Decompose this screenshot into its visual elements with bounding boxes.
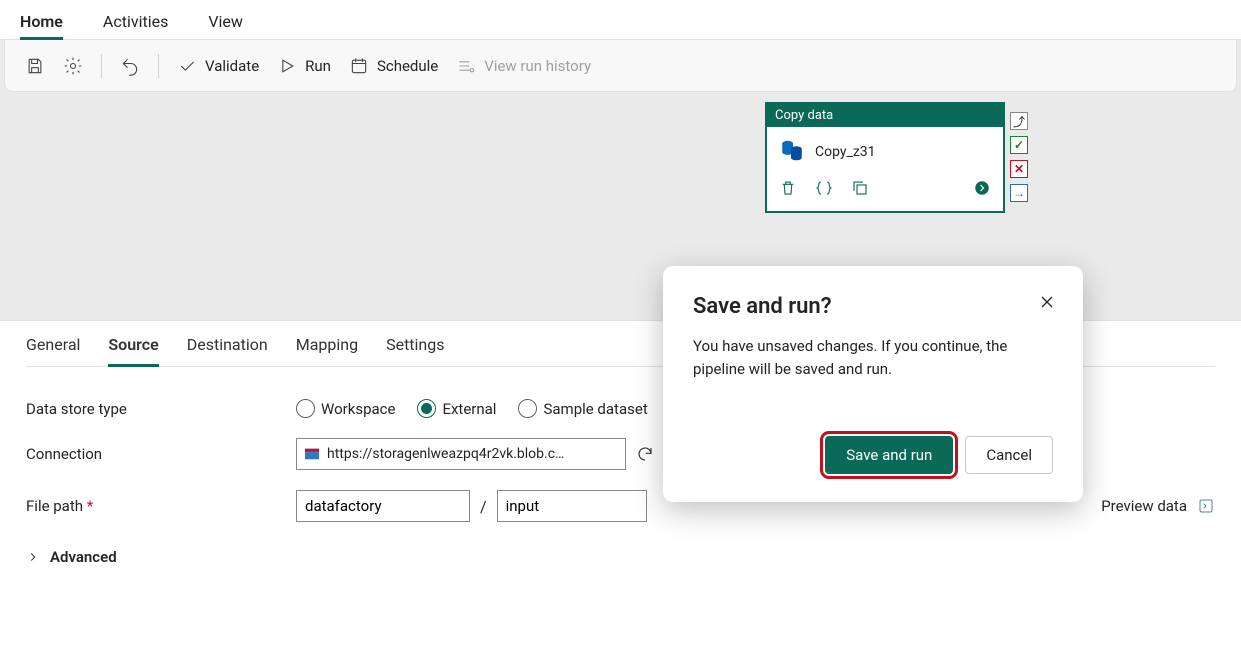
save-button[interactable] [25,56,45,76]
preview-icon [1197,497,1215,515]
toolbar: Validate Run Schedule View run history [4,40,1237,92]
dialog-body: You have unsaved changes. If you continu… [693,335,1053,380]
status-completion-icon[interactable]: → [1010,184,1028,202]
activity-footer [767,173,1003,211]
connection-dropdown[interactable]: https://storagenlweazpq4r2vk.blob.c… [296,438,626,470]
radio-sample[interactable]: Sample dataset [518,399,647,418]
activity-status-icons: ⤴ ✓ ✕ → [1010,112,1028,202]
path-separator: / [470,497,497,516]
run-label: Run [305,57,331,75]
separator [101,54,102,78]
dialog-title: Save and run? [693,294,1053,319]
connection-value: https://storagenlweazpq4r2vk.blob.c… [327,446,564,462]
ribbon-tab-home[interactable]: Home [20,4,81,39]
status-success-icon[interactable]: ✓ [1010,136,1028,154]
tab-destination[interactable]: Destination [187,321,268,366]
datastore-radio-group: Workspace External Sample dataset [296,399,648,418]
history-icon [456,56,476,76]
preview-data-button[interactable]: Preview data [1101,497,1215,515]
schedule-button[interactable]: Schedule [349,56,438,76]
delete-icon[interactable] [779,179,797,201]
activity-name: Copy_z31 [815,144,876,160]
status-deactivated-icon[interactable]: ⤴ [1010,112,1028,130]
radio-workspace[interactable]: Workspace [296,399,395,418]
chevron-right-icon [26,550,40,564]
undo-button[interactable] [120,56,140,76]
undo-icon [120,56,140,76]
view-run-history-button[interactable]: View run history [456,56,591,76]
code-icon[interactable] [815,179,833,201]
validate-label: Validate [205,57,259,75]
calendar-icon [349,56,369,76]
settings-button[interactable] [63,56,83,76]
dialog-buttons: Save and run Cancel [693,436,1053,474]
run-button[interactable]: Run [277,56,331,76]
schedule-label: Schedule [377,57,438,75]
save-icon [25,56,45,76]
advanced-toggle[interactable]: Advanced [26,532,1215,566]
refresh-button[interactable] [634,443,656,465]
filepath-file-input[interactable] [497,490,647,522]
validate-button[interactable]: Validate [177,56,259,76]
radio-external[interactable]: External [417,399,496,418]
cancel-button[interactable]: Cancel [965,436,1053,474]
activity-header: Copy data [767,104,1003,127]
ribbon-tab-activities[interactable]: Activities [103,4,186,39]
gear-icon [63,56,83,76]
ribbon-tab-view[interactable]: View [208,4,261,39]
activity-card[interactable]: Copy data Copy_z31 [765,102,1005,213]
tab-source[interactable]: Source [108,321,158,366]
separator [158,54,159,78]
label-datastore: Data store type [26,400,296,418]
check-icon [177,56,197,76]
copy-icon[interactable] [851,179,869,201]
database-icon [779,137,805,167]
label-filepath: File path * [26,497,296,515]
ribbon-tabs: Home Activities View [0,0,1241,40]
label-connection: Connection [26,445,296,463]
arrow-right-circle-icon[interactable] [973,179,991,201]
storage-icon [305,447,319,461]
status-fail-icon[interactable]: ✕ [1010,160,1028,178]
tab-settings[interactable]: Settings [386,321,444,366]
play-icon [277,56,297,76]
save-and-run-button[interactable]: Save and run [825,436,953,474]
tab-mapping[interactable]: Mapping [296,321,358,366]
save-and-run-dialog: Save and run? You have unsaved changes. … [663,266,1083,502]
activity-body: Copy_z31 [767,127,1003,173]
history-label: View run history [484,57,591,75]
filepath-folder-input[interactable] [296,490,470,522]
close-button[interactable] [1037,292,1057,316]
tab-general[interactable]: General [26,321,80,366]
